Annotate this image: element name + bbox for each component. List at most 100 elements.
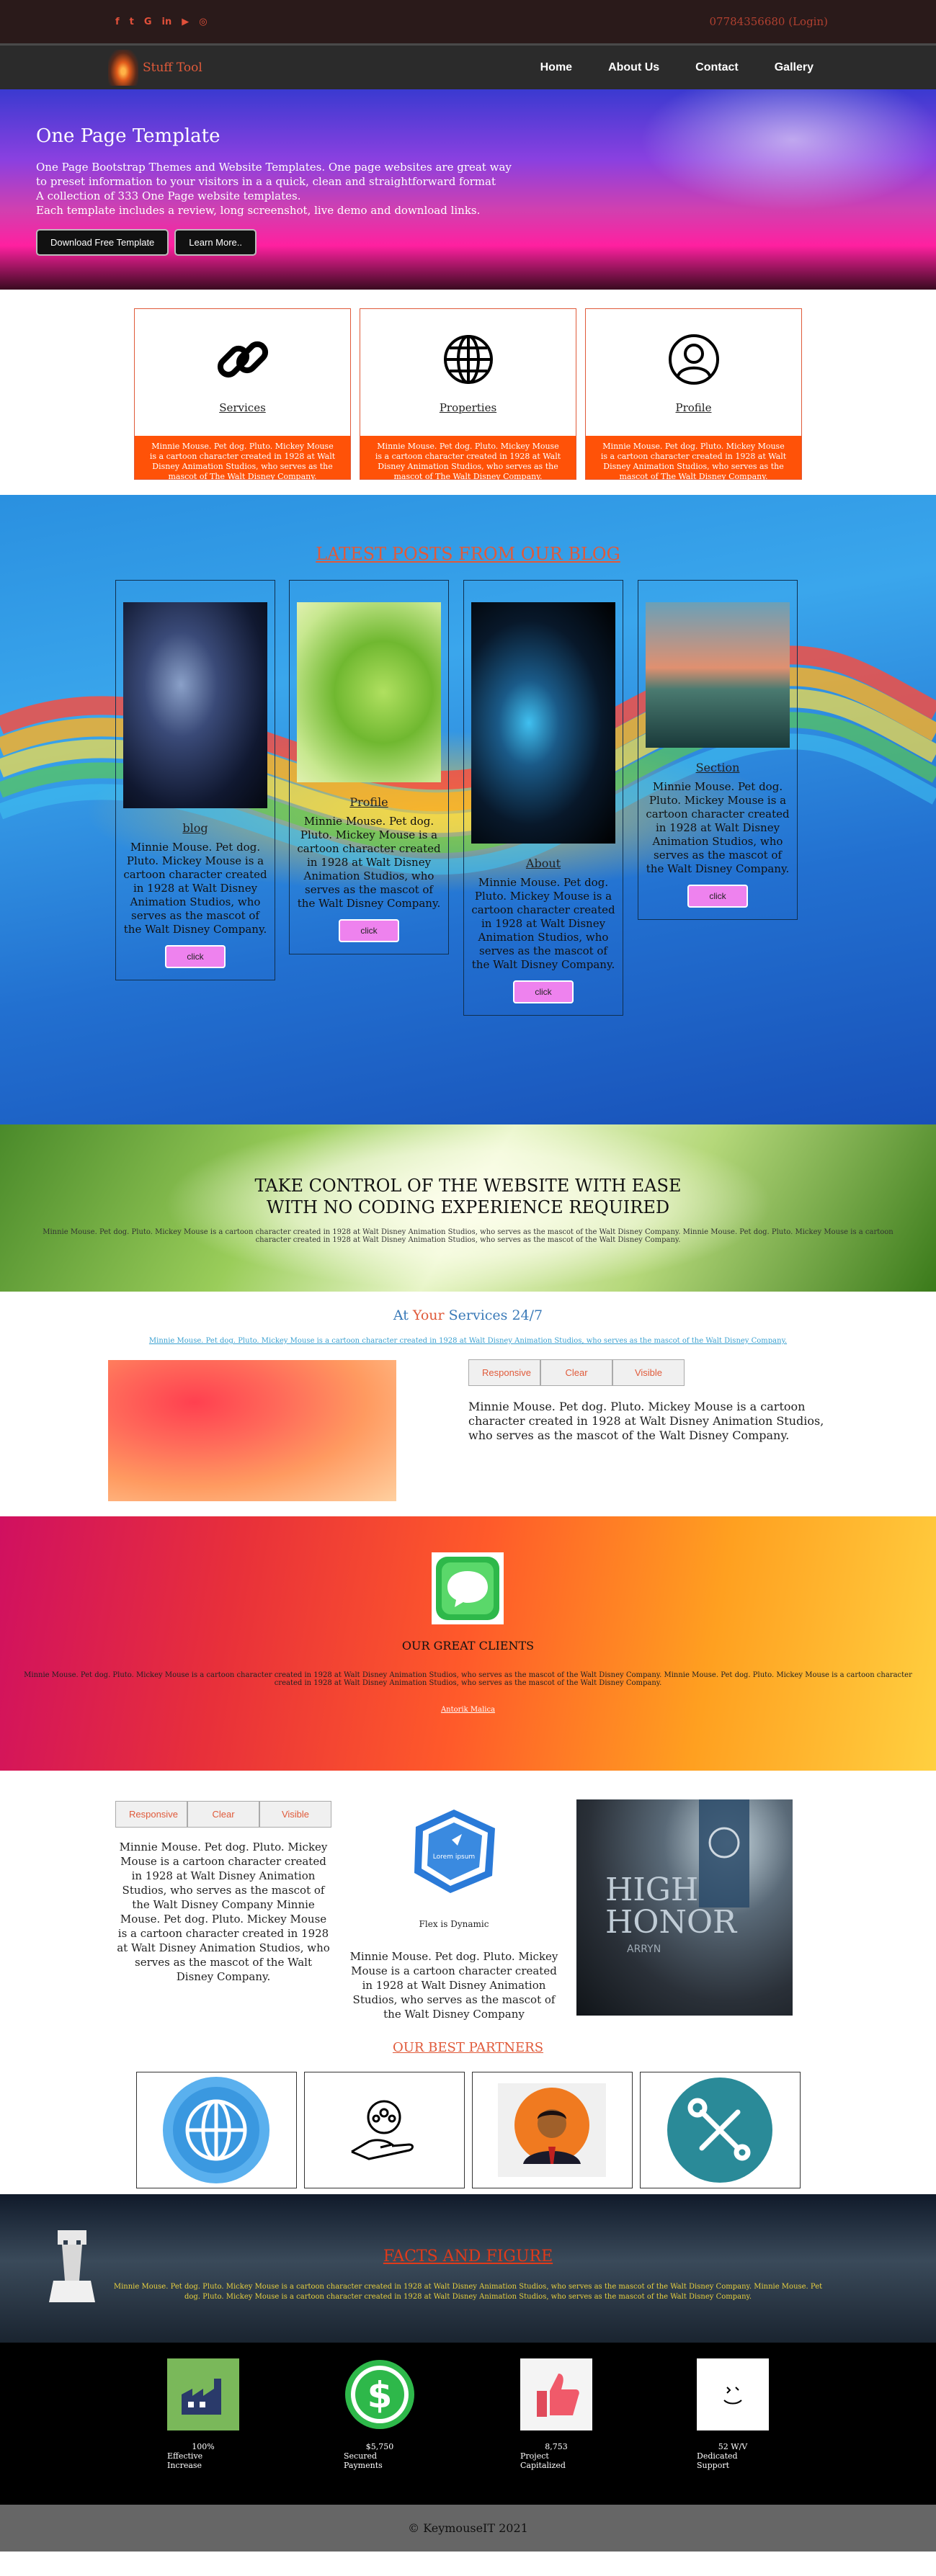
- stat-number: 8,753: [545, 2442, 568, 2451]
- instagram-icon[interactable]: ◎: [199, 17, 207, 27]
- top-bar: f t G in ▶ ◎ 07784356680 (Login): [0, 0, 936, 45]
- tab-clear[interactable]: Clear: [187, 1801, 259, 1828]
- stat-item: 8,753 Project Capitalized: [520, 2358, 592, 2505]
- card-title[interactable]: blog: [182, 821, 208, 835]
- linkedin-icon[interactable]: in: [162, 17, 172, 27]
- tab-responsive[interactable]: Responsive: [115, 1801, 187, 1828]
- stat-item: $ $5,750 Secured Payments: [344, 2358, 416, 2505]
- globe-icon: [163, 2077, 269, 2183]
- partner-box[interactable]: [639, 2072, 801, 2188]
- hero-line: One Page Bootstrap Themes and Website Te…: [36, 161, 512, 174]
- title-part: At: [393, 1307, 413, 1323]
- middle-text: Minnie Mouse. Pet dog. Pluto. Mickey Mou…: [349, 1950, 558, 2021]
- facebook-icon[interactable]: f: [115, 17, 120, 27]
- partners-title: OUR BEST PARTNERS: [392, 2040, 544, 2055]
- stat-label: Effective Increase: [167, 2451, 203, 2470]
- title-highlight: Your: [412, 1307, 445, 1323]
- badge-text: Lorem ipsum: [433, 1853, 475, 1861]
- take-control-heading: TAKE CONTROL OF THE WEBSITE WITH EASE WIT…: [0, 1175, 936, 1218]
- feature-label[interactable]: Services: [219, 401, 266, 414]
- user-icon: [668, 334, 719, 385]
- take-control-text: Minnie Mouse. Pet dog. Pluto. Mickey Mou…: [43, 1228, 893, 1244]
- facts-section: FACTS AND FIGURE Minnie Mouse. Pet dog. …: [0, 2194, 936, 2343]
- flex-caption: Flex is Dynamic: [419, 1919, 489, 1929]
- card-click-button[interactable]: click: [513, 980, 574, 1003]
- dollar-icon: $: [344, 2358, 416, 2430]
- link-icon: [217, 341, 268, 378]
- stat-label: Project Capitalized: [520, 2451, 566, 2470]
- nav-home[interactable]: Home: [540, 61, 572, 74]
- google-icon[interactable]: G: [144, 17, 152, 27]
- poster-word: ARRYN: [627, 1944, 661, 1955]
- feature-label[interactable]: Profile: [676, 401, 712, 414]
- partner-box[interactable]: [471, 2072, 633, 2188]
- high-honor-poster: HIGH HONOR ARRYN: [576, 1799, 793, 2016]
- services-title: At Your Services 24/7: [0, 1307, 936, 1323]
- heading-line: TAKE CONTROL OF THE WEBSITE WITH EASE: [254, 1176, 682, 1196]
- tab-visible[interactable]: Visible: [259, 1801, 331, 1828]
- blog-card: Profile Minnie Mouse. Pet dog. Pluto. Mi…: [289, 580, 449, 954]
- services-section: At Your Services 24/7 Minnie Mouse. Pet …: [0, 1292, 936, 1516]
- brand[interactable]: Stuff Tool: [108, 49, 202, 86]
- poster-word: HIGH: [605, 1871, 698, 1908]
- feature-box-properties: Properties Minnie Mouse. Pet dog. Pluto.…: [360, 308, 576, 481]
- hero-line: Each template includes a review, long sc…: [36, 204, 481, 217]
- card-title[interactable]: Profile: [349, 795, 388, 809]
- feature-text: Minnie Mouse. Pet dog. Pluto. Mickey Mou…: [586, 436, 801, 481]
- card-click-button[interactable]: click: [165, 945, 226, 968]
- twitter-icon[interactable]: t: [130, 17, 134, 27]
- partner-box[interactable]: [303, 2072, 465, 2188]
- nav-about-us[interactable]: About Us: [608, 61, 659, 74]
- copyright-text: © KeymouseIT 2021: [408, 2521, 528, 2535]
- factory-icon: [167, 2358, 239, 2430]
- card-text: Minnie Mouse. Pet dog. Pluto. Mickey Mou…: [646, 780, 790, 875]
- phone-login-link[interactable]: 07784356680 (Login): [709, 15, 828, 28]
- message-icon: [432, 1552, 504, 1624]
- stat-number: 52 W/V: [718, 2442, 748, 2451]
- sunset-image: [108, 1360, 396, 1501]
- services-text: Minnie Mouse. Pet dog. Pluto. Mickey Mou…: [468, 1400, 824, 1442]
- learn-more-button[interactable]: Learn More..: [174, 229, 257, 256]
- tab-visible[interactable]: Visible: [612, 1359, 685, 1386]
- hero-banner: One Page Template One Page Bootstrap The…: [0, 89, 936, 290]
- card-click-button[interactable]: click: [687, 885, 748, 908]
- globe-icon: [443, 335, 493, 384]
- partner-box[interactable]: [135, 2072, 297, 2188]
- hero-line: to preset information to your visitors i…: [36, 175, 496, 188]
- social-links: f t G in ▶ ◎: [115, 17, 208, 27]
- nav-gallery[interactable]: Gallery: [775, 61, 814, 74]
- services-link[interactable]: Minnie Mouse. Pet dog. Pluto. Mickey Mou…: [0, 1337, 936, 1345]
- feature-label[interactable]: Properties: [440, 401, 496, 414]
- card-image: [123, 602, 267, 808]
- left-text: Minnie Mouse. Pet dog. Pluto. Mickey Mou…: [117, 1841, 330, 1983]
- feature-box-profile: Profile Minnie Mouse. Pet dog. Pluto. Mi…: [585, 308, 802, 481]
- hero-line: A collection of 333 One Page website tem…: [36, 189, 301, 202]
- client-name-link[interactable]: Antorik Malica: [0, 1706, 936, 1714]
- clients-title: OUR GREAT CLIENTS: [401, 1639, 535, 1653]
- tab-clear[interactable]: Clear: [540, 1359, 612, 1386]
- tab-responsive[interactable]: Responsive: [468, 1359, 540, 1386]
- brand-name: Stuff Tool: [143, 60, 202, 75]
- smiley-icon: [697, 2358, 769, 2430]
- download-template-button[interactable]: Download Free Template: [36, 229, 169, 256]
- heading-line: WITH NO CODING EXPERIENCE REQUIRED: [266, 1197, 670, 1217]
- youtube-icon[interactable]: ▶: [182, 17, 189, 27]
- card-text: Minnie Mouse. Pet dog. Pluto. Mickey Mou…: [471, 876, 615, 971]
- hero-title: One Page Template: [36, 125, 220, 147]
- clients-section: OUR GREAT CLIENTS Minnie Mouse. Pet dog.…: [0, 1516, 936, 1771]
- facts-title: FACTS AND FIGURE: [383, 2248, 553, 2266]
- stat-label: Secured Payments: [344, 2451, 383, 2470]
- content-section: Responsive Clear Visible Minnie Mouse. P…: [0, 1771, 936, 2065]
- card-title[interactable]: Section: [696, 761, 740, 774]
- title-part: Services 24/7: [444, 1307, 543, 1323]
- card-image: [297, 602, 441, 782]
- partners-row: [0, 2065, 936, 2194]
- card-click-button[interactable]: click: [339, 919, 399, 942]
- card-image: [471, 602, 615, 844]
- stat-label: Dedicated Support: [697, 2451, 738, 2470]
- nav-contact[interactable]: Contact: [695, 61, 739, 74]
- stat-number: 100%: [192, 2442, 215, 2451]
- card-image: [646, 602, 790, 748]
- poster-word: HONOR: [605, 1904, 738, 1941]
- card-title[interactable]: About: [526, 857, 561, 870]
